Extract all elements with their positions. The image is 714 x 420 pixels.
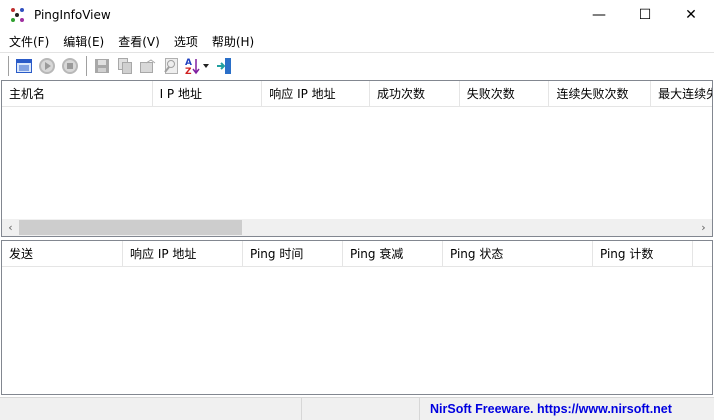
- menu-file[interactable]: 文件(F): [4, 33, 54, 50]
- column-ip-address[interactable]: I P 地址: [153, 81, 263, 107]
- status-panel: [302, 398, 420, 420]
- column-reply-ip[interactable]: 响应 IP 地址: [262, 81, 370, 107]
- ping-results-list[interactable]: 发送 响应 IP 地址 Ping 时间 Ping 衰减 Ping 状态 Ping…: [1, 240, 713, 395]
- scroll-right-icon[interactable]: ›: [695, 219, 712, 236]
- ping-results-header: 发送 响应 IP 地址 Ping 时间 Ping 衰减 Ping 状态 Ping…: [2, 241, 712, 267]
- menu-bar: 文件(F) 编辑(E) 查看(V) 选项 帮助(H): [0, 30, 714, 52]
- column-ping-ttl[interactable]: Ping 衰减: [343, 241, 443, 267]
- window-title: PingInfoView: [34, 8, 111, 22]
- html-report-icon[interactable]: [137, 55, 159, 77]
- exit-icon[interactable]: [214, 55, 236, 77]
- column-ping-status[interactable]: Ping 状态: [443, 241, 593, 267]
- status-bar: NirSoft Freeware. https://www.nirsoft.ne…: [0, 397, 714, 420]
- maximize-button[interactable]: ☐: [622, 0, 668, 30]
- column-hostname[interactable]: 主机名: [2, 81, 153, 107]
- menu-edit[interactable]: 编辑(E): [58, 33, 109, 50]
- toolbar-separator: [86, 55, 87, 76]
- menu-view[interactable]: 查看(V): [113, 33, 165, 50]
- menu-help[interactable]: 帮助(H): [207, 33, 259, 50]
- close-button[interactable]: ✕: [668, 0, 714, 30]
- properties-icon[interactable]: [13, 55, 35, 77]
- save-icon[interactable]: [91, 55, 113, 77]
- column-succeed-count[interactable]: 成功次数: [370, 81, 460, 107]
- app-icon: [10, 7, 26, 23]
- column-sent[interactable]: 发送: [2, 241, 123, 267]
- status-panel: [0, 398, 302, 420]
- horizontal-scrollbar[interactable]: ‹ ›: [2, 219, 712, 236]
- scrollbar-thumb[interactable]: [19, 220, 242, 235]
- minimize-button[interactable]: —: [576, 0, 622, 30]
- sort-icon[interactable]: AZ: [183, 55, 213, 77]
- nirsoft-link[interactable]: NirSoft Freeware. https://www.nirsoft.ne…: [420, 398, 672, 420]
- start-icon[interactable]: [36, 55, 58, 77]
- column-max-consecutive-failed[interactable]: 最大连续失: [651, 81, 712, 107]
- stop-icon[interactable]: [59, 55, 81, 77]
- column-ping-time[interactable]: Ping 时间: [243, 241, 343, 267]
- toolbar: AZ: [0, 52, 714, 78]
- scroll-left-icon[interactable]: ‹: [2, 219, 19, 236]
- copy-icon[interactable]: [114, 55, 136, 77]
- find-icon[interactable]: [160, 55, 182, 77]
- svg-text:Z: Z: [185, 67, 192, 75]
- column-reply-ip[interactable]: 响应 IP 地址: [123, 241, 243, 267]
- toolbar-separator: [8, 55, 9, 76]
- hosts-list-header: 主机名 I P 地址 响应 IP 地址 成功次数 失败次数 连续失败次数 最大连…: [2, 81, 712, 107]
- column-consecutive-failed[interactable]: 连续失败次数: [549, 81, 652, 107]
- column-ping-count[interactable]: Ping 计数: [593, 241, 693, 267]
- hosts-list[interactable]: 主机名 I P 地址 响应 IP 地址 成功次数 失败次数 连续失败次数 最大连…: [1, 80, 713, 237]
- title-bar: PingInfoView — ☐ ✕: [0, 0, 714, 30]
- menu-options[interactable]: 选项: [169, 33, 203, 50]
- column-failed-count[interactable]: 失败次数: [460, 81, 550, 107]
